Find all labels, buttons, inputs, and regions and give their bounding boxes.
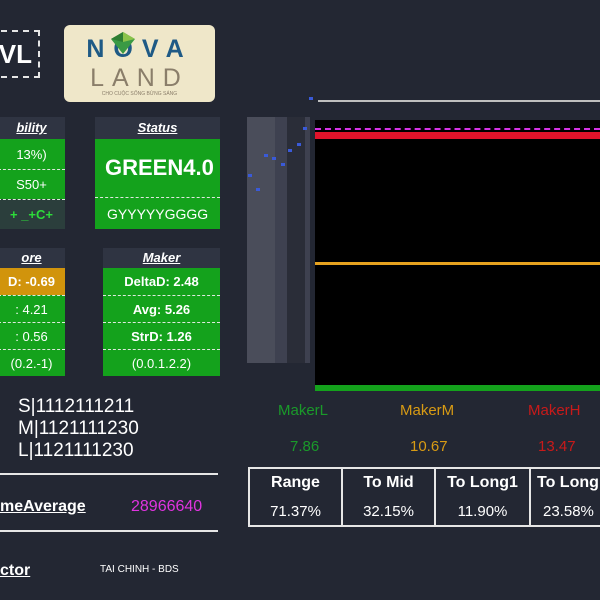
chart-dot (256, 188, 260, 191)
stability-card: bility 13%) S50+ + _+C+ (0, 117, 65, 229)
metric-to-long1: To Long1 11.90% (434, 467, 531, 527)
metric-to-mid-value: 32.15% (363, 502, 414, 520)
maker-h-value: 13.47 (538, 438, 576, 455)
status-card: Status GREEN4.0 GYYYYYGGGG (95, 117, 220, 229)
metric-to-long1-label: To Long1 (447, 474, 518, 491)
volume-average-label: meAverage (0, 498, 86, 515)
chart-dot (264, 154, 268, 157)
slr-s: S|1112111211 (18, 396, 135, 417)
score-card: ore D: -0.69 : 4.21 : 0.56 (0.2.-1) (0, 248, 65, 376)
sector-label: ctor (0, 562, 31, 579)
status-value: GREEN4.0 (95, 139, 220, 197)
maker-m-value: 10.67 (410, 438, 448, 455)
divider-2 (0, 530, 218, 532)
logo-brand-top: NOVA (86, 35, 193, 63)
maker-params: (0.0.1.2.2) (103, 349, 220, 376)
ticker-symbol: VL (0, 38, 32, 69)
chart-orange-line (315, 262, 600, 265)
divider-1 (0, 473, 218, 475)
maker-delta: DeltaD: 2.48 (103, 268, 220, 295)
chart-dot (248, 174, 252, 177)
slr-m: M|1121111230 (18, 418, 139, 439)
stability-title: bility (0, 117, 65, 139)
novaland-logo: NOVA LAND CHO CUỘC SỐNG BỪNG SÁNG (64, 25, 215, 102)
metric-to-long: To Long 23.58% (529, 467, 600, 527)
chart-grey-top-line (318, 100, 600, 102)
metric-range-label: Range (271, 474, 320, 491)
chart-left-strip (287, 117, 305, 363)
status-code: GYYYYYGGGG (95, 197, 220, 229)
maker-l-label: MakerL (278, 402, 329, 419)
metric-to-long-value: 23.58% (543, 502, 594, 520)
maker-title: Maker (103, 248, 220, 268)
chart-dot (297, 143, 301, 146)
metric-to-mid-label: To Mid (363, 474, 414, 491)
metric-range-value: 71.37% (270, 502, 321, 520)
score-row3: : 0.56 (0, 322, 65, 349)
maker-h-label: MakerH (528, 402, 581, 419)
nova-diamond-icon (111, 32, 135, 54)
sector-value: TAI CHINH - BDS (100, 564, 179, 575)
maker-card: Maker DeltaD: 2.48 Avg: 5.26 StrD: 1.26 … (103, 248, 220, 376)
score-title: ore (0, 248, 65, 268)
logo-brand-bottom: LAND (90, 64, 189, 92)
maker-avg: Avg: 5.26 (103, 295, 220, 322)
chart-dot (309, 97, 313, 100)
chart-plot-area (315, 120, 600, 388)
maker-l-value: 7.86 (290, 438, 320, 455)
logo-tagline: CHO CUỘC SỐNG BỪNG SÁNG (101, 91, 178, 97)
chart-dot (303, 127, 307, 130)
metrics-table: Range 71.37% To Mid 32.15% To Long1 11.9… (248, 467, 600, 527)
chart-left-shade (247, 117, 275, 363)
stability-row2: S50+ (0, 169, 65, 199)
chart-green-line (315, 385, 600, 391)
slr-l: L|1121111230 (18, 440, 134, 461)
maker-strd: StrD: 1.26 (103, 322, 220, 349)
chart-red-line (315, 132, 600, 139)
stability-row3: + _+C+ (0, 199, 65, 229)
volume-average-value: 28966640 (131, 498, 203, 515)
score-row4: (0.2.-1) (0, 349, 65, 376)
ticker-box: VL (0, 30, 40, 78)
chart-dot (288, 149, 292, 152)
metric-to-long1-value: 11.90% (457, 502, 508, 520)
metric-range: Range 71.37% (248, 467, 343, 527)
chart-magenta-line (315, 128, 600, 130)
metric-to-mid: To Mid 32.15% (341, 467, 436, 527)
stability-row1: 13%) (0, 139, 65, 169)
score-row2: : 4.21 (0, 295, 65, 322)
metric-to-long-label: To Long (537, 474, 599, 491)
chart-dot (272, 157, 276, 160)
status-title: Status (95, 117, 220, 139)
score-row1: D: -0.69 (0, 268, 65, 295)
chart-dot (281, 163, 285, 166)
maker-m-label: MakerM (400, 402, 455, 419)
